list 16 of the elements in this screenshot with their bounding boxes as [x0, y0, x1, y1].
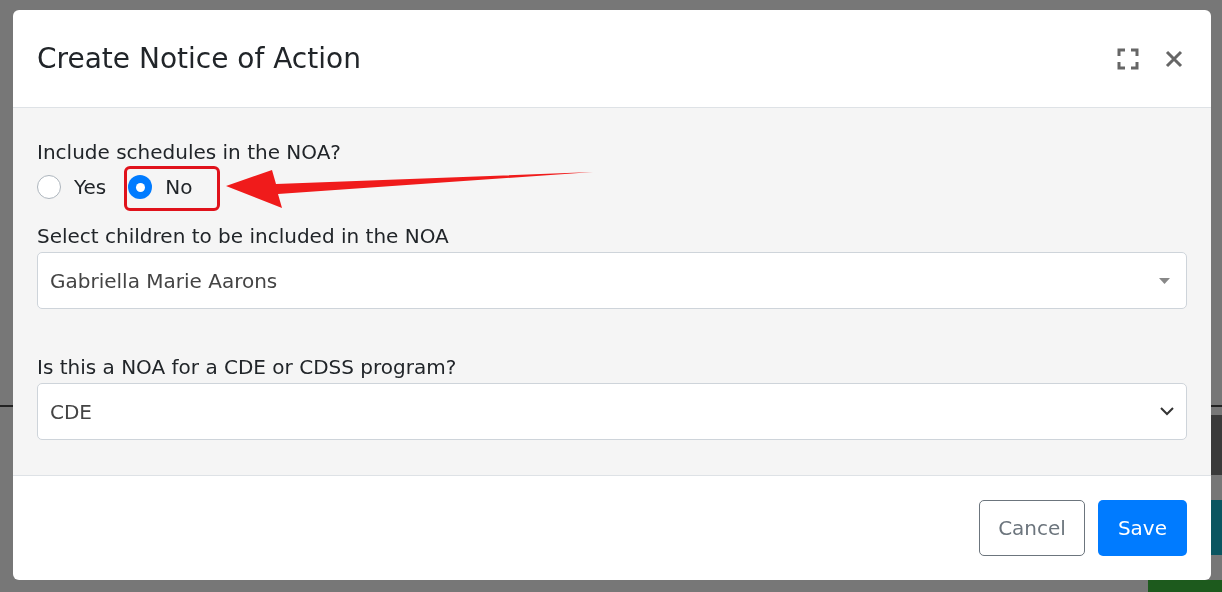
cancel-button[interactable]: Cancel	[979, 500, 1085, 556]
radio-button[interactable]	[37, 175, 61, 199]
radio-label[interactable]: Yes	[74, 172, 107, 202]
dropdown-triangle-icon	[1159, 277, 1170, 284]
dialog-title: Create Notice of Action	[37, 40, 362, 77]
close-icon[interactable]	[1165, 49, 1183, 68]
save-button[interactable]: Save	[1097, 500, 1187, 556]
select-field[interactable]: CDE	[37, 383, 1187, 440]
maximize-icon[interactable]	[1117, 47, 1139, 70]
field-label: Is this a NOA for a CDE or CDSS program?	[37, 354, 458, 381]
radio-button[interactable]	[128, 175, 153, 199]
field-label: Select children to be included in the NOA	[37, 223, 450, 250]
combobox-field[interactable]: Gabriella Marie Aarons	[37, 252, 1187, 309]
field-label: Include schedules in the NOA?	[37, 139, 342, 166]
radio-label[interactable]: No	[165, 172, 193, 202]
chevron-down-icon	[1160, 407, 1174, 416]
